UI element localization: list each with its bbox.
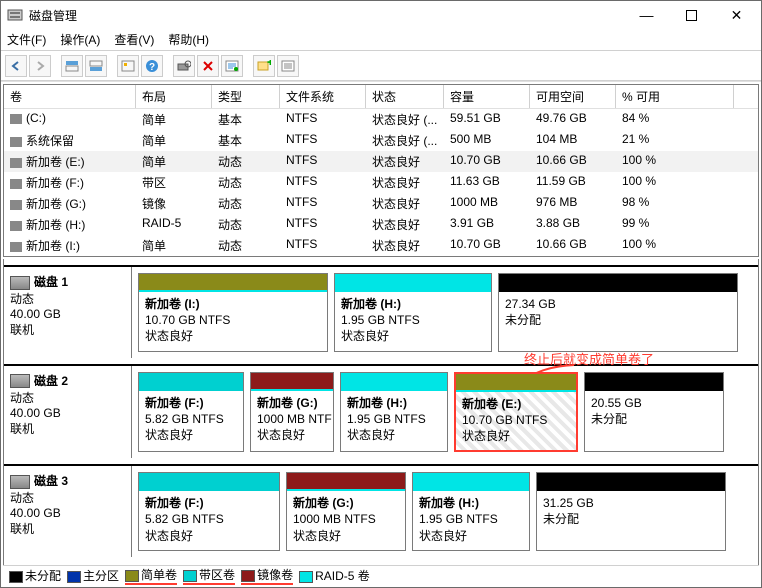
col-fs[interactable]: 文件系统 [280,85,366,108]
disk-info[interactable]: 磁盘 3动态40.00 GB联机 [4,466,132,557]
col-capacity[interactable]: 容量 [444,85,530,108]
col-pctfree[interactable]: % 可用 [616,85,734,108]
col-status[interactable]: 状态 [366,85,444,108]
svg-text:?: ? [149,62,155,73]
menu-view[interactable]: 查看(V) [114,31,154,48]
menu-file[interactable]: 文件(F) [7,31,46,48]
help-icon[interactable]: ? [141,55,163,77]
partition[interactable]: 31.25 GB未分配 [536,472,726,551]
legend-mirror: 镜像卷 [241,566,293,585]
partition[interactable]: 27.34 GB未分配 [498,273,738,352]
window-title: 磁盘管理 [29,7,624,24]
volume-list-header: 卷 布局 类型 文件系统 状态 容量 可用空间 % 可用 [4,85,758,109]
rescan-icon[interactable] [173,55,195,77]
titlebar: 磁盘管理 — ✕ [1,1,761,29]
partition[interactable]: 20.55 GB未分配 [584,372,724,453]
partition[interactable]: 新加卷 (E:)10.70 GB NTFS状态良好 [454,372,578,453]
partition[interactable]: 新加卷 (G:)1000 MB NTFS状态良好 [286,472,406,551]
close-button[interactable]: ✕ [714,1,759,29]
minimize-button[interactable]: — [624,1,669,29]
toolbar-view-top[interactable] [61,55,83,77]
partition[interactable]: 新加卷 (F:)5.82 GB NTFS状态良好 [138,372,244,453]
partition[interactable]: 新加卷 (F:)5.82 GB NTFS状态良好 [138,472,280,551]
delete-icon[interactable] [197,55,219,77]
properties-icon[interactable] [221,55,243,77]
col-volume[interactable]: 卷 [4,85,136,108]
partition[interactable]: 新加卷 (G:)1000 MB NTF状态良好 [250,372,334,453]
volume-list[interactable]: 卷 布局 类型 文件系统 状态 容量 可用空间 % 可用 (C:)简单基本NTF… [3,84,759,257]
forward-button[interactable] [29,55,51,77]
disk-row: 磁盘 1动态40.00 GB联机新加卷 (I:)10.70 GB NTFS状态良… [4,265,758,358]
col-type[interactable]: 类型 [212,85,280,108]
toolbar: ? ✚ [1,51,761,81]
disk-row: 磁盘 2动态40.00 GB联机新加卷 (F:)5.82 GB NTFS状态良好… [4,364,758,459]
legend-simple: 简单卷 [125,566,177,585]
legend-raid5: RAID-5 卷 [299,567,370,584]
disk-info[interactable]: 磁盘 1动态40.00 GB联机 [4,267,132,358]
table-row[interactable]: 新加卷 (I:)简单动态NTFS状态良好10.70 GB10.66 GB100 … [4,235,758,256]
table-row[interactable]: (C:)简单基本NTFS状态良好 (...59.51 GB49.76 GB84 … [4,109,758,130]
content-area: 卷 布局 类型 文件系统 状态 容量 可用空间 % 可用 (C:)简单基本NTF… [1,81,761,567]
partition[interactable]: 新加卷 (H:)1.95 GB NTFS状态良好 [412,472,530,551]
menu-help[interactable]: 帮助(H) [168,31,209,48]
back-button[interactable] [5,55,27,77]
toolbar-view-bottom[interactable] [85,55,107,77]
table-row[interactable]: 新加卷 (H:)RAID-5动态NTFS状态良好3.91 GB3.88 GB99… [4,214,758,235]
toolbar-list[interactable] [277,55,299,77]
menu-action[interactable]: 操作(A) [60,31,100,48]
annotation-text: 终止后就变成简单卷了 [524,349,654,368]
table-row[interactable]: 新加卷 (E:)简单动态NTFS状态良好10.70 GB10.66 GB100 … [4,151,758,172]
partition[interactable]: 新加卷 (I:)10.70 GB NTFS状态良好 [138,273,328,352]
toolbar-new-volume[interactable]: ✚ [253,55,275,77]
toolbar-settings[interactable] [117,55,139,77]
partition[interactable]: 新加卷 (H:)1.95 GB NTFS状态良好 [340,372,448,453]
disk-graphical-view[interactable]: 终止后就变成简单卷了 磁盘 1动态40.00 GB联机新加卷 (I:)10.70… [3,259,759,567]
legend-unalloc: 未分配 [9,567,61,584]
maximize-button[interactable] [669,1,714,29]
svg-text:✚: ✚ [267,60,271,67]
legend: 未分配 主分区 简单卷 带区卷 镜像卷 RAID-5 卷 [3,565,759,585]
legend-stripe: 带区卷 [183,566,235,585]
disk-info[interactable]: 磁盘 2动态40.00 GB联机 [4,366,132,459]
table-row[interactable]: 新加卷 (F:)带区动态NTFS状态良好11.63 GB11.59 GB100 … [4,172,758,193]
col-free[interactable]: 可用空间 [530,85,616,108]
legend-primary: 主分区 [67,567,119,584]
table-row[interactable]: 系统保留简单基本NTFS状态良好 (...500 MB104 MB21 % [4,130,758,151]
disk-row: 磁盘 3动态40.00 GB联机新加卷 (F:)5.82 GB NTFS状态良好… [4,464,758,557]
menubar: 文件(F) 操作(A) 查看(V) 帮助(H) [1,29,761,51]
app-icon [7,7,23,23]
col-layout[interactable]: 布局 [136,85,212,108]
table-row[interactable]: 新加卷 (G:)镜像动态NTFS状态良好1000 MB976 MB98 % [4,193,758,214]
partition[interactable]: 新加卷 (H:)1.95 GB NTFS状态良好 [334,273,492,352]
disk-management-window: 磁盘管理 — ✕ 文件(F) 操作(A) 查看(V) 帮助(H) ? ✚ 卷 布… [0,0,762,588]
